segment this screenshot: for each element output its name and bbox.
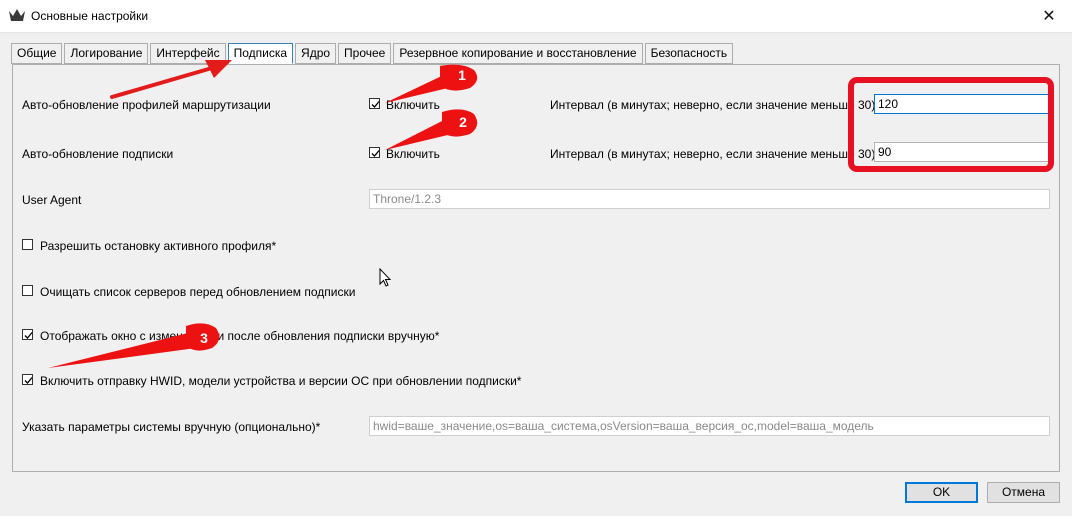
mouse-cursor-icon <box>379 268 392 287</box>
cancel-button[interactable]: Отмена <box>987 482 1060 503</box>
manual-params-input[interactable]: hwid=ваше_значение,os=ваша_система,osVer… <box>369 416 1050 436</box>
subscription-update-enable-label: Включить <box>386 147 440 161</box>
checkmark-icon <box>371 101 380 108</box>
ok-button[interactable]: OK <box>905 482 978 503</box>
subscription-settings-panel <box>12 64 1060 472</box>
tab-interface[interactable]: Интерфейс <box>150 43 226 64</box>
close-icon: ✕ <box>1042 8 1056 25</box>
send-hwid-checkbox[interactable] <box>22 374 33 385</box>
tab-backup[interactable]: Резервное копирование и восстановление <box>393 43 643 64</box>
crown-icon <box>9 9 25 21</box>
checkmark-icon <box>24 377 33 384</box>
user-agent-input[interactable]: Throne/1.2.3 <box>369 189 1050 209</box>
routing-update-label: Авто-обновление профилей маршрутизации <box>22 98 271 112</box>
show-window-label: Отображать окно с изменениями после обно… <box>40 329 440 343</box>
tab-other[interactable]: Прочее <box>338 43 392 64</box>
subscription-interval-label: Интервал (в минутах; неверно, если значе… <box>550 147 876 161</box>
allow-stop-active-checkbox[interactable] <box>22 239 33 250</box>
routing-update-enable-label: Включить <box>386 98 440 112</box>
tab-core[interactable]: Ядро <box>295 43 337 64</box>
show-window-checkbox[interactable] <box>22 329 33 340</box>
tab-security[interactable]: Безопасность <box>644 43 734 64</box>
routing-interval-input[interactable]: 120 <box>874 94 1050 114</box>
subscription-update-checkbox[interactable] <box>369 147 380 158</box>
clear-servers-label: Очищать список серверов перед обновление… <box>40 285 356 299</box>
tab-logging[interactable]: Логирование <box>64 43 149 64</box>
send-hwid-label: Включить отправку HWID, модели устройств… <box>40 374 522 388</box>
checkmark-icon <box>371 150 380 157</box>
allow-stop-active-label: Разрешить остановку активного профиля* <box>40 239 277 253</box>
routing-update-checkbox[interactable] <box>369 98 380 109</box>
subscription-update-label: Авто-обновление подписки <box>22 147 174 161</box>
clear-servers-checkbox[interactable] <box>22 285 33 296</box>
checkmark-icon <box>24 332 33 339</box>
tab-bar: Общие Логирование Интерфейс Подписка Ядр… <box>11 43 735 64</box>
user-agent-label: User Agent <box>22 193 82 207</box>
tab-subscription[interactable]: Подписка <box>227 43 294 64</box>
tab-general[interactable]: Общие <box>11 43 63 64</box>
close-button[interactable]: ✕ <box>1026 0 1072 32</box>
routing-interval-label: Интервал (в минутах; неверно, если значе… <box>550 98 876 112</box>
manual-params-label: Указать параметры системы вручную (опцио… <box>22 420 321 434</box>
subscription-interval-input[interactable]: 90 <box>874 142 1050 162</box>
title-bar: Основные настройки ✕ <box>0 0 1072 33</box>
window-title: Основные настройки <box>31 9 149 23</box>
